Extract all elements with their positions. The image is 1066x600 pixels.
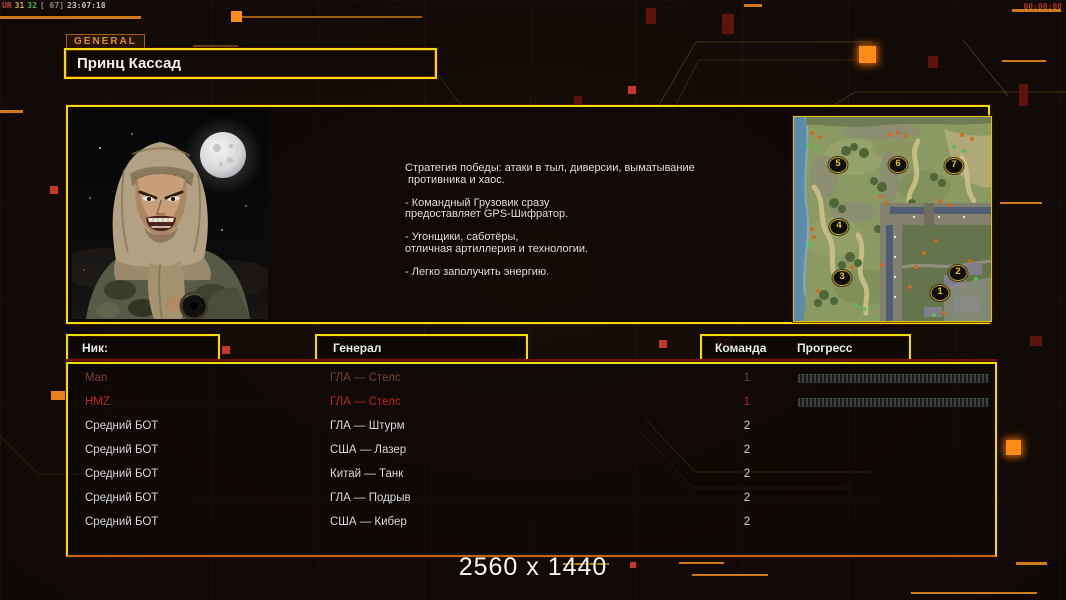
player-nick: Средний БОТ: [85, 444, 159, 456]
game-loading-screen: UR 31 32[ 67] 23:07:18 00:00:00 GENERAL При…: [0, 0, 1066, 600]
description-line: [405, 255, 745, 267]
map-start-position-2: 2: [948, 265, 968, 281]
map-start-positions: 1 2 3 4 5 6 7: [794, 117, 991, 321]
player-row: Средний БОТ ГЛА — Подрыв 2: [68, 486, 995, 510]
column-header-general: Генерал: [315, 334, 528, 361]
moon: [200, 132, 246, 178]
player-team: 1: [743, 372, 751, 384]
map-resolution-label: 2560 x 1440: [458, 553, 608, 581]
map-start-position-1: 1: [930, 285, 950, 301]
player-nick: HMZ: [85, 396, 110, 408]
player-general: США — Кибер: [330, 516, 407, 528]
player-row: HMZ ГЛА — Стелс 1: [68, 390, 995, 414]
player-general: ГЛА — Штурм: [330, 420, 405, 432]
general-header-label: Генерал: [333, 341, 382, 355]
player-team: 2: [743, 420, 751, 432]
column-header-nick: Ник:: [66, 334, 220, 361]
general-info-panel: Стратегия победы: атаки в тыл, диверсии,…: [60, 105, 992, 324]
map-start-position-6: 6: [888, 157, 908, 173]
player-general: ГЛА — Стелс: [330, 396, 401, 408]
description-line: предоставляет GPS-Шифратор.: [405, 208, 569, 220]
progress-header-label: Прогресс: [797, 341, 853, 355]
description-line: Стратегия победы: атаки в тыл, диверсии,…: [405, 162, 695, 174]
overlay-secondary-value: 32: [27, 1, 37, 10]
overlay-extra-value: [ 67]: [39, 1, 65, 10]
team-header-label: Команда: [715, 341, 767, 355]
player-team: 2: [743, 516, 751, 528]
map-start-position-4: 4: [829, 219, 849, 235]
general-portrait: [60, 110, 272, 321]
player-row: Средний БОТ США — Лазер 2: [68, 438, 995, 462]
player-row: Средний БОТ ГЛА — Штурм 2: [68, 414, 995, 438]
player-team: 1: [743, 396, 751, 408]
description-line: - Угонщики, саботёры,: [405, 231, 519, 243]
player-team: 2: [743, 444, 751, 456]
player-nick: Средний БОТ: [85, 420, 159, 432]
map-start-position-7: 7: [944, 158, 964, 174]
loading-progress-bar: [797, 373, 990, 384]
player-row: Средний БОТ Китай — Танк 2: [68, 462, 995, 486]
general-description: Стратегия победы: атаки в тыл, диверсии,…: [405, 162, 745, 278]
player-nick: Средний БОТ: [85, 516, 159, 528]
player-row: Man ГЛА — Стелс 1: [68, 366, 995, 390]
overlay-renderer-label: UR: [2, 1, 12, 10]
player-row: Средний БОТ США — Кибер 2: [68, 510, 995, 534]
general-name: Принц Кассад: [77, 55, 182, 72]
player-team: 2: [743, 468, 751, 480]
description-line: [405, 186, 745, 198]
player-nick: Средний БОТ: [85, 468, 159, 480]
loading-progress-bar: [797, 397, 990, 408]
nick-header-label: Ник:: [82, 341, 109, 355]
player-nick: Man: [85, 372, 108, 384]
map-start-position-5: 5: [828, 157, 848, 173]
description-line: - Легко заполучить энергию.: [405, 265, 550, 278]
portrait-art: [60, 110, 272, 321]
player-general: США — Лазер: [330, 444, 407, 456]
player-general: ГЛА — Подрыв: [330, 492, 411, 504]
players-table-body: Man ГЛА — Стелс 1 HMZ ГЛА — Стелс 1 Средний БО…: [68, 366, 995, 555]
players-panel: Man ГЛА — Стелс 1 HMZ ГЛА — Стелс 1 Средний БО…: [66, 359, 997, 557]
overlay-fps-value: 31: [14, 1, 25, 10]
overlay-clock: 23:07:18: [67, 1, 106, 10]
column-header-team-progress: Команда Прогресс: [700, 334, 911, 361]
description-line: противника и хаос.: [405, 173, 505, 186]
description-line: отличная артиллерия и технологии.: [405, 242, 589, 255]
general-name-panel: Принц Кассад: [64, 48, 437, 79]
match-timer: 00:00:00: [1023, 2, 1062, 11]
player-general: ГЛА — Стелс: [330, 372, 401, 384]
fps-overlay: UR 31 32[ 67] 23:07:18: [2, 1, 109, 10]
general-tag-label: GENERAL: [66, 34, 145, 49]
map-thumbnail: 1 2 3 4 5 6 7: [793, 116, 992, 322]
map-start-position-3: 3: [832, 270, 852, 286]
player-team: 2: [743, 492, 751, 504]
player-general: Китай — Танк: [330, 468, 404, 480]
player-nick: Средний БОТ: [85, 492, 159, 504]
